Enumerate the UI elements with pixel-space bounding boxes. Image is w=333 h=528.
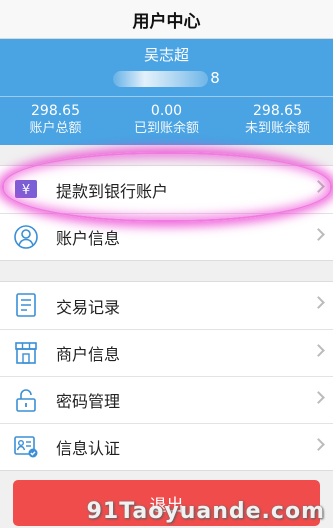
chevron-right-icon <box>312 180 325 193</box>
watermark: 91Taoyuande.com <box>86 499 325 524</box>
stat-total: 298.65 账户总额 <box>0 102 111 138</box>
menu-item-account-info-label: 账户信息 <box>56 229 121 248</box>
stat-arrived-value: 0.00 <box>150 103 183 119</box>
chevron-right-icon <box>312 391 325 404</box>
lock-icon <box>14 388 38 412</box>
menu-group-services: 交易记录 商户信息 密码管理 信息认证 <box>0 281 333 471</box>
stat-pending-value: 298.65 <box>253 103 302 119</box>
menu-group-account: ¥ 提款到银行账户 账户信息 <box>0 165 333 261</box>
stat-pending-label: 未到账余额 <box>244 121 310 136</box>
id-card-icon <box>14 435 38 459</box>
stat-arrived: 0.00 已到账余额 <box>111 102 222 138</box>
account-number: 8 <box>0 69 333 87</box>
yen-card-icon: ¥ <box>14 177 38 201</box>
menu-item-merchant-info-label: 商户信息 <box>56 345 121 364</box>
chevron-right-icon <box>312 438 325 451</box>
document-icon <box>14 293 38 317</box>
menu-item-withdraw[interactable]: ¥ 提款到银行账户 <box>0 166 333 213</box>
top-bar: 用户中心 <box>0 0 333 39</box>
menu-item-password-label: 密码管理 <box>56 392 121 411</box>
user-icon <box>14 225 38 249</box>
menu-item-transactions[interactable]: 交易记录 <box>0 282 333 329</box>
menu-item-password[interactable]: 密码管理 <box>0 376 333 423</box>
stat-arrived-label: 已到账余额 <box>133 121 199 136</box>
account-number-tail: 8 <box>210 69 220 87</box>
account-name: 吴志超 <box>143 46 189 64</box>
menu-item-account-info[interactable]: 账户信息 <box>0 213 333 260</box>
chevron-right-icon <box>312 344 325 357</box>
account-header: 吴志超 8 298.65 账户总额 0.00 已到账余额 298.65 未到账余… <box>0 39 333 145</box>
stat-total-label: 账户总额 <box>29 121 82 136</box>
menu-item-transactions-label: 交易记录 <box>56 297 121 317</box>
menu-item-merchant-info[interactable]: 商户信息 <box>0 329 333 376</box>
chevron-right-icon <box>312 228 325 241</box>
chevron-right-icon <box>312 296 325 309</box>
page-title: 用户中心 <box>132 11 201 32</box>
header-divider <box>0 96 333 97</box>
menu-item-verification-label: 信息认证 <box>56 439 121 458</box>
menu-item-withdraw-label: 提款到银行账户 <box>56 181 169 201</box>
stat-pending: 298.65 未到账余额 <box>222 102 333 138</box>
svg-text:¥: ¥ <box>22 183 30 198</box>
store-icon <box>14 341 38 365</box>
redacted-number <box>113 70 209 87</box>
menu-item-verification[interactable]: 信息认证 <box>0 423 333 470</box>
stat-total-value: 298.65 <box>31 103 80 119</box>
